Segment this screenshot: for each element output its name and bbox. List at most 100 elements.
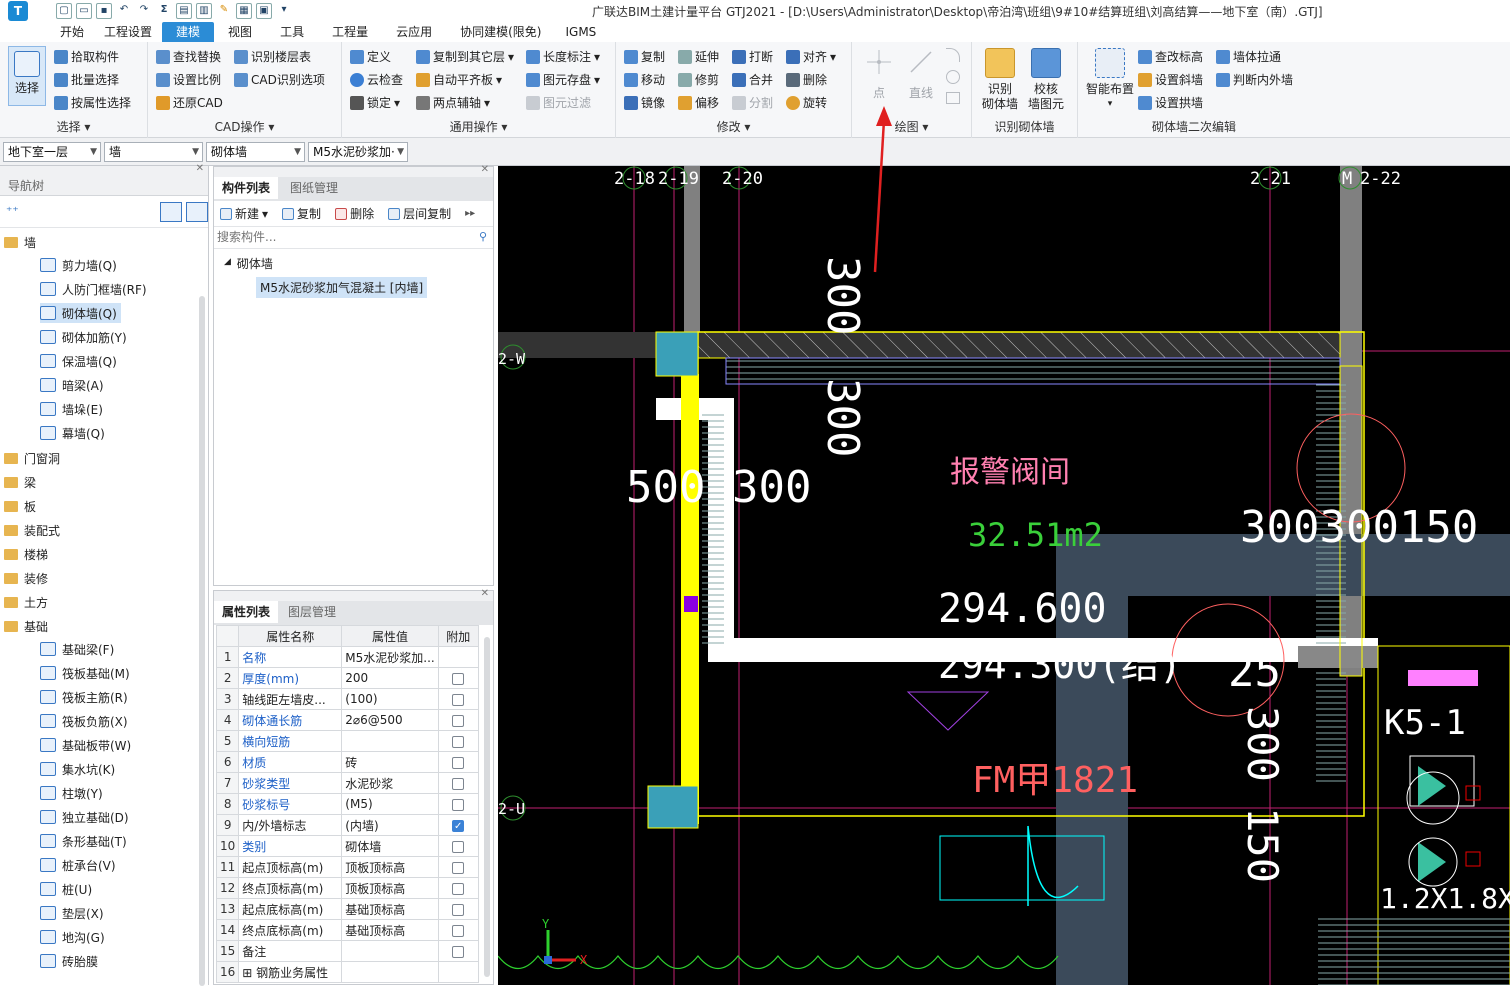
tab-igms[interactable]: IGMS [555,22,606,42]
tab-quantities[interactable]: 工程量 [318,22,382,42]
expand-icon[interactable]: ⊞ [242,966,256,980]
additional-checkbox[interactable] [452,777,465,790]
close-icon[interactable]: ✕ [196,163,204,174]
pick-component-button[interactable]: 拾取构件 [54,48,119,65]
redo-icon[interactable]: ↷ [136,3,152,19]
nav-category[interactable]: 装配式 [4,522,60,539]
nav-category[interactable]: 装修 [4,570,48,587]
additional-checkbox[interactable] [452,924,465,937]
property-value[interactable]: (内墙) [341,814,439,836]
search-icon[interactable]: ⚲ [479,230,487,243]
nav-item[interactable]: 筏板主筋(R) [40,687,132,707]
wall-stretch-button[interactable]: 墙体拉通 [1216,48,1281,65]
set-scale-button[interactable]: 设置比例 [156,71,221,88]
close-icon[interactable]: ✕ [481,164,489,175]
nav-item[interactable]: 基础梁(F) [40,639,118,659]
property-row[interactable]: 4 砌体通长筋 2⌀6@500 [215,709,479,731]
additional-checkbox[interactable] [452,945,465,958]
offset-button[interactable]: 偏移 [678,94,719,111]
split-button[interactable]: 分割 [732,94,773,111]
nav-item[interactable]: 砌体墙(Q) [40,303,121,323]
more-tools-icon[interactable]: ▸▸ [465,208,475,219]
nav-item[interactable]: 暗梁(A) [40,375,108,395]
cloud-check-button[interactable]: 云检查 [350,71,403,88]
circle-icon[interactable] [946,70,960,84]
draw-point-button[interactable]: 点 [864,48,894,101]
open-file-icon[interactable]: ▭ [76,3,92,19]
property-row[interactable]: 2 厚度(mm) 200 [215,667,479,689]
additional-checkbox[interactable] [452,861,465,874]
merge-button[interactable]: 合并 [732,71,773,88]
property-row[interactable]: 13 起点底标高(m) 基础顶标高 [215,898,479,920]
additional-checkbox[interactable] [452,714,465,727]
property-value[interactable] [341,940,439,962]
copy-to-other-floor-button[interactable]: 复制到其它层 ▾ [416,48,514,65]
check-change-height-button[interactable]: 查改标高 [1138,48,1203,65]
additional-checkbox[interactable]: ✓ [452,819,465,832]
property-row[interactable]: 1 名称 M5水泥砂浆加... [215,646,479,668]
grid-icon[interactable]: ▦ [236,3,252,19]
property-row[interactable]: 15 备注 [215,940,479,962]
property-value[interactable]: 砖 [341,751,439,773]
property-row[interactable]: 14 终点底标高(m) 基础顶标高 [215,919,479,941]
element-type-selector[interactable]: 墙 ▼ [104,142,203,162]
rotate-button[interactable]: 旋转 [786,94,827,111]
nav-item[interactable]: 墙垛(E) [40,399,107,419]
nav-item[interactable]: 集水坑(K) [40,759,119,779]
nav-item[interactable]: 桩(U) [40,879,96,899]
extend-button[interactable]: 延伸 [678,48,719,65]
nav-item[interactable]: 人防门框墙(RF) [40,279,151,299]
verify-wall-elements-button[interactable]: 校核 墙图元 [1026,48,1066,112]
property-row[interactable]: 5 横向短筋 [215,730,479,752]
undo-icon[interactable]: ↶ [116,3,132,19]
tree-root-masonry-wall[interactable]: ◢ 砌体墙 [224,255,273,272]
component-search-input[interactable] [214,227,464,247]
property-value[interactable]: 水泥砂浆 [341,772,439,794]
common-group-label[interactable]: 通用操作 ▾ [342,118,615,135]
define-button[interactable]: 定义 [350,48,391,65]
save-icon[interactable]: ▪ [96,3,112,19]
print-icon[interactable]: ▣ [256,3,272,19]
property-row[interactable]: 12 终点顶标高(m) 顶板顶标高 [215,877,479,899]
identify-masonry-wall-button[interactable]: 识别 砌体墙 [980,48,1020,112]
nav-scrollbar[interactable] [199,296,205,986]
nav-item[interactable]: 条形基础(T) [40,831,131,851]
property-row[interactable]: 8 砂浆标号 (M5) [215,793,479,815]
tab-tools[interactable]: 工具 [266,22,318,42]
property-value[interactable]: 2⌀6@500 [341,709,439,731]
nav-item[interactable]: 独立基础(D) [40,807,133,827]
customize-qat-icon[interactable]: ▾ [276,3,292,19]
tab-project-settings[interactable]: 工程设置 [94,22,162,42]
tab-component-list[interactable]: 构件列表 [214,177,279,199]
copy-button[interactable]: 复制 [624,48,665,65]
property-value[interactable]: (M5) [341,793,439,815]
additional-checkbox[interactable] [452,756,465,769]
nav-category[interactable]: 楼梯 [4,546,48,563]
cad-group-label[interactable]: CAD操作 ▾ [148,118,341,135]
delete-component-button[interactable]: 删除 [335,205,374,222]
additional-checkbox[interactable] [452,840,465,853]
tab-collab[interactable]: 协同建模(限免) [446,22,555,42]
property-row[interactable]: 11 起点顶标高(m) 顶板顶标高 [215,856,479,878]
nav-category-foundation[interactable]: 基础 [4,618,48,635]
sum-icon[interactable]: Σ [156,3,172,19]
nav-item[interactable]: 筏板负筋(X) [40,711,132,731]
list-view-icon[interactable] [160,202,182,222]
copy-component-button[interactable]: 复制 [282,205,321,222]
floor-copy-button[interactable]: 层间复制 [388,205,451,222]
additional-checkbox[interactable] [452,882,465,895]
nav-item[interactable]: 地沟(G) [40,927,109,947]
align-button[interactable]: 对齐 ▾ [786,48,836,65]
property-value[interactable]: 顶板顶标高 [341,856,439,878]
tab-modeling[interactable]: 建模 [162,22,215,42]
nav-category[interactable]: 板 [4,498,36,515]
find-replace-button[interactable]: 查找替换 [156,48,221,65]
set-sloped-wall-button[interactable]: 设置斜墙 [1138,71,1203,88]
property-row[interactable]: 3 轴线距左墙皮... (100) [215,688,479,710]
report-icon[interactable]: ▥ [196,3,212,19]
nav-item[interactable]: 幕墙(Q) [40,423,109,443]
smart-layout-button[interactable]: 智能布置 ▾ [1082,48,1138,112]
element-save-button[interactable]: 图元存盘 ▾ [526,71,600,88]
nav-item[interactable]: 筏板基础(M) [40,663,134,683]
element-filter-button[interactable]: 图元过滤 [526,94,591,111]
